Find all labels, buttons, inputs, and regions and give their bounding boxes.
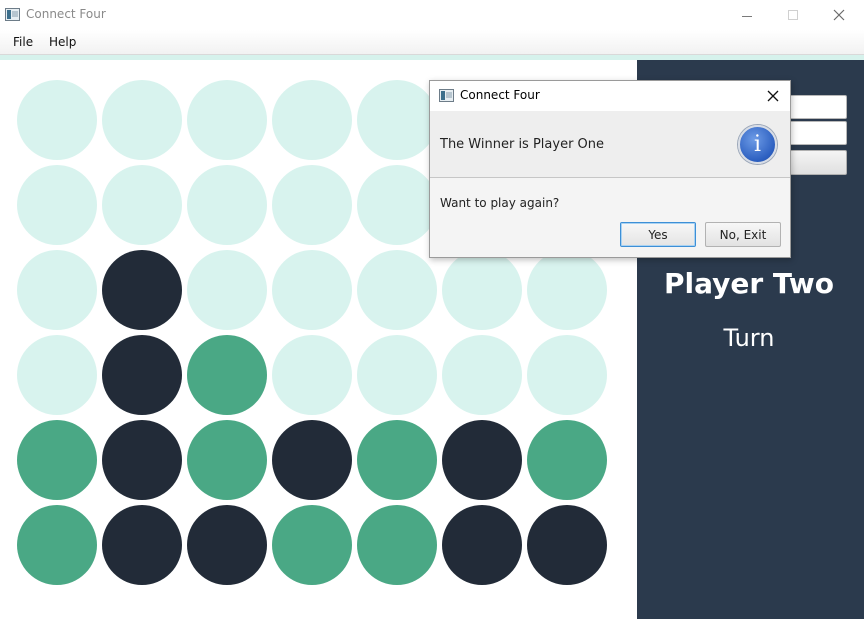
player-one-disc[interactable] [527, 420, 607, 500]
player-two-disc[interactable] [442, 505, 522, 585]
empty-slot[interactable] [17, 335, 97, 415]
empty-slot[interactable] [357, 250, 437, 330]
no-exit-button[interactable]: No, Exit [705, 222, 781, 247]
maximize-icon [788, 10, 798, 20]
side-panel-field[interactable] [789, 121, 847, 145]
empty-slot[interactable] [272, 250, 352, 330]
minimize-button[interactable] [724, 0, 770, 30]
dialog-close-button[interactable] [760, 84, 786, 108]
dialog-title: Connect Four [460, 88, 540, 102]
player-two-disc[interactable] [527, 505, 607, 585]
side-panel-button[interactable] [789, 150, 847, 175]
dialog-header: The Winner is Player One i [430, 111, 790, 178]
menu-help[interactable]: Help [49, 35, 76, 49]
player-one-disc[interactable] [272, 505, 352, 585]
player-one-disc[interactable] [357, 505, 437, 585]
empty-slot[interactable] [102, 165, 182, 245]
player-one-disc[interactable] [187, 420, 267, 500]
yes-button[interactable]: Yes [620, 222, 696, 247]
close-button[interactable] [816, 0, 862, 30]
app-icon [5, 8, 20, 21]
minimize-icon [742, 15, 752, 17]
empty-slot[interactable] [187, 250, 267, 330]
title-bar[interactable]: Connect Four [0, 0, 864, 30]
maximize-button[interactable] [770, 0, 816, 30]
player-two-disc[interactable] [272, 420, 352, 500]
dialog-header-text: The Winner is Player One [440, 137, 605, 152]
side-panel-field[interactable] [789, 95, 847, 119]
close-icon [767, 90, 779, 102]
empty-slot[interactable] [272, 165, 352, 245]
player-one-disc[interactable] [187, 335, 267, 415]
app-window: Connect Four File Help Player Two Turn C… [0, 0, 864, 619]
empty-slot[interactable] [102, 80, 182, 160]
dialog-content-text: Want to play again? [440, 196, 560, 210]
empty-slot[interactable] [17, 80, 97, 160]
empty-slot[interactable] [187, 80, 267, 160]
empty-slot[interactable] [357, 80, 437, 160]
empty-slot[interactable] [272, 335, 352, 415]
empty-slot[interactable] [17, 165, 97, 245]
empty-slot[interactable] [442, 335, 522, 415]
empty-slot[interactable] [187, 165, 267, 245]
player-two-disc[interactable] [102, 335, 182, 415]
empty-slot[interactable] [272, 80, 352, 160]
empty-slot[interactable] [527, 335, 607, 415]
player-two-disc[interactable] [187, 505, 267, 585]
menu-bar: File Help [0, 30, 864, 55]
empty-slot[interactable] [17, 250, 97, 330]
winner-dialog: Connect Four The Winner is Player One i … [429, 80, 791, 258]
player-two-disc[interactable] [102, 420, 182, 500]
window-title: Connect Four [26, 7, 106, 21]
player-one-disc[interactable] [17, 420, 97, 500]
info-icon: i [738, 125, 777, 164]
empty-slot[interactable] [442, 250, 522, 330]
menu-file[interactable]: File [13, 35, 33, 49]
dialog-title-bar[interactable]: Connect Four [430, 81, 790, 111]
dialog-app-icon [439, 89, 454, 102]
turn-label: Turn [723, 324, 775, 352]
empty-slot[interactable] [357, 165, 437, 245]
close-icon [833, 9, 845, 21]
player-two-disc[interactable] [102, 250, 182, 330]
current-player-name: Player Two [663, 267, 835, 300]
player-one-disc[interactable] [17, 505, 97, 585]
empty-slot[interactable] [357, 335, 437, 415]
player-one-disc[interactable] [357, 420, 437, 500]
player-two-disc[interactable] [442, 420, 522, 500]
empty-slot[interactable] [527, 250, 607, 330]
player-two-disc[interactable] [102, 505, 182, 585]
